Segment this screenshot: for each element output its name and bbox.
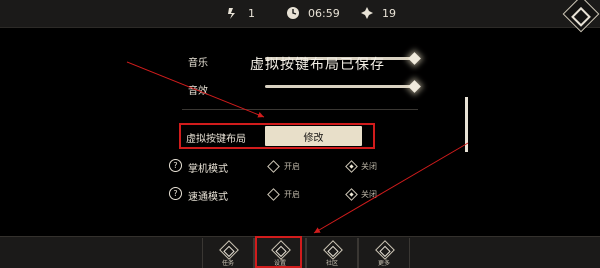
annotation-arrows bbox=[126, 61, 469, 234]
arrow-to-settings-tab bbox=[313, 142, 469, 234]
arrow-to-edit bbox=[126, 61, 265, 118]
